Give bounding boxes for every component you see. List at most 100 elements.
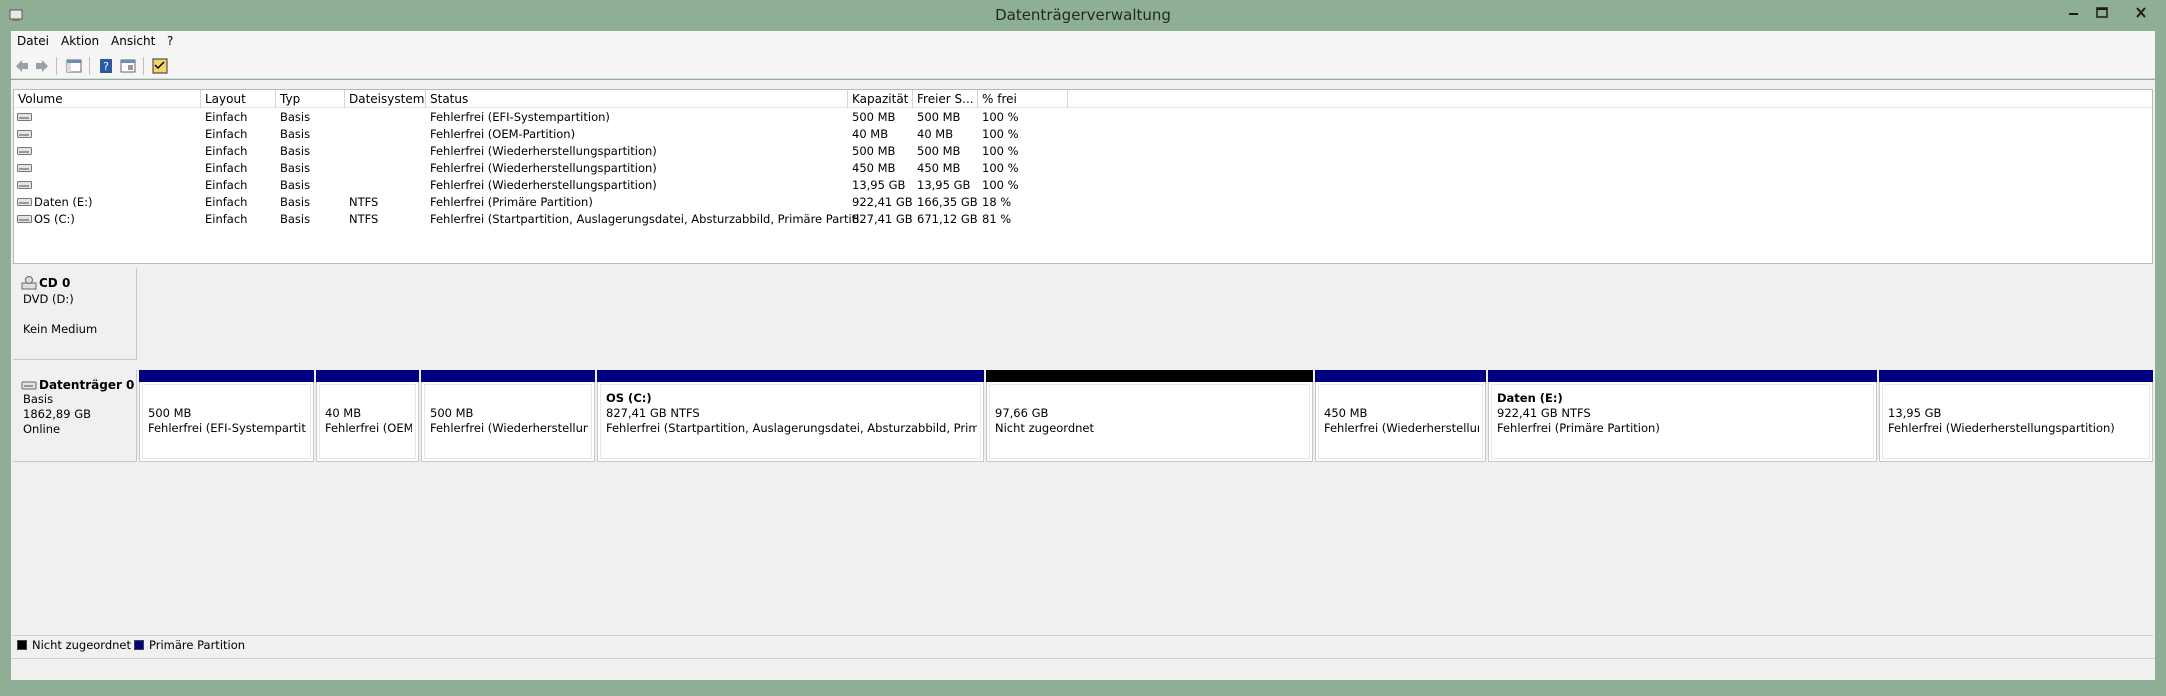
- table-row[interactable]: Einfach Basis Fehlerfrei (Wiederherstell…: [14, 177, 2152, 194]
- cell-typ: Basis: [280, 144, 311, 158]
- cell-typ: Basis: [280, 212, 311, 226]
- table-row[interactable]: OS (C:) Einfach Basis NTFS Fehlerfrei (S…: [14, 211, 2152, 228]
- partition-recovery-2[interactable]: 450 MB Fehlerfrei (Wiederherstellungs: [1315, 370, 1486, 462]
- close-icon[interactable]: [2124, 4, 2158, 22]
- partition-body: 13,95 GB Fehlerfrei (Wiederherstellungsp…: [1879, 382, 2153, 462]
- table-row[interactable]: Einfach Basis Fehlerfrei (OEM-Partition)…: [14, 126, 2152, 143]
- cell-layout: Einfach: [205, 161, 248, 175]
- checklist-icon[interactable]: [151, 57, 169, 75]
- legend-primary-label: Primäre Partition: [149, 638, 246, 652]
- cell-layout: Einfach: [205, 127, 248, 141]
- partition-name: Daten (E:): [1497, 391, 1563, 405]
- cd0-label[interactable]: CD 0 DVD (D:) Kein Medium: [13, 268, 137, 360]
- back-arrow-icon[interactable]: [13, 57, 31, 75]
- partition-size: 922,41 GB NTFS: [1497, 406, 1591, 420]
- column-header-volume[interactable]: Volume: [14, 90, 201, 108]
- column-header-layout[interactable]: Layout: [201, 90, 276, 108]
- help-icon[interactable]: ?: [97, 57, 115, 75]
- table-row[interactable]: Einfach Basis Fehlerfrei (EFI-Systempart…: [14, 109, 2152, 126]
- menu-aktion[interactable]: Aktion: [61, 34, 99, 48]
- partition-recovery-3[interactable]: 13,95 GB Fehlerfrei (Wiederherstellungsp…: [1879, 370, 2153, 462]
- cell-volume: Daten (E:): [34, 195, 93, 209]
- column-header-dateisystem[interactable]: Dateisystem: [345, 90, 426, 108]
- cell-prozent-frei: 100 %: [982, 127, 1019, 141]
- partition-bar: [421, 370, 595, 382]
- partition-status: Fehlerfrei (Wiederherstellungspartition): [1888, 421, 2115, 435]
- cell-layout: Einfach: [205, 195, 248, 209]
- disk0-type: Basis: [23, 392, 54, 406]
- toolbar-separator: [56, 57, 57, 75]
- cell-prozent-frei: 100 %: [982, 161, 1019, 175]
- partition-unallocated[interactable]: 97,66 GB Nicht zugeordnet: [986, 370, 1313, 462]
- minimize-icon[interactable]: [2062, 4, 2086, 22]
- cell-freier-speicher: 450 MB: [917, 161, 961, 175]
- cell-kapazitaet: 13,95 GB: [852, 178, 906, 192]
- title-bar[interactable]: Datenträgerverwaltung: [0, 0, 2166, 31]
- toolbar: ?: [11, 53, 2155, 79]
- cell-freier-speicher: 671,12 GB: [917, 212, 977, 226]
- table-row[interactable]: Einfach Basis Fehlerfrei (Wiederherstell…: [14, 160, 2152, 177]
- partition-body: 500 MB Fehlerfrei (EFI-Systempartition: [139, 382, 314, 462]
- column-header-prozent-frei[interactable]: % frei: [978, 90, 1068, 108]
- volume-list-header: Volume Layout Typ Dateisystem Status Kap…: [14, 90, 2152, 108]
- partition-daten-e[interactable]: Daten (E:) 922,41 GB NTFS Fehlerfrei (Pr…: [1488, 370, 1877, 462]
- partition-size: 827,41 GB NTFS: [606, 406, 700, 420]
- cell-status: Fehlerfrei (Wiederherstellungspartition): [430, 144, 657, 158]
- column-header-kapazitaet[interactable]: Kapazität: [848, 90, 913, 108]
- menu-datei[interactable]: Datei: [17, 34, 49, 48]
- cd-drive-icon: [21, 276, 37, 290]
- column-header-freier-speicher[interactable]: Freier S...: [913, 90, 978, 108]
- disk0-size: 1862,89 GB: [23, 407, 92, 421]
- partition-body: OS (C:) 827,41 GB NTFS Fehlerfrei (Start…: [597, 382, 984, 462]
- volume-icon: [17, 147, 32, 155]
- partition-size: 97,66 GB: [995, 406, 1049, 420]
- partition-recovery-1[interactable]: 500 MB Fehlerfrei (Wiederherstellungsp: [421, 370, 595, 462]
- cell-status: Fehlerfrei (Wiederherstellungspartition): [430, 161, 657, 175]
- partition-bar: [316, 370, 419, 382]
- partition-status: Fehlerfrei (Primäre Partition): [1497, 421, 1660, 435]
- legend: Nicht zugeordnet Primäre Partition: [13, 635, 2153, 653]
- partition-status: Fehlerfrei (Wiederherstellungs: [1324, 421, 1479, 435]
- menu-ansicht[interactable]: Ansicht: [111, 34, 155, 48]
- cell-freier-speicher: 13,95 GB: [917, 178, 971, 192]
- column-header-typ[interactable]: Typ: [276, 90, 345, 108]
- disk0-name: Datenträger 0: [39, 378, 135, 392]
- hard-disk-icon: [21, 381, 37, 390]
- partition-inner: OS (C:) 827,41 GB NTFS Fehlerfrei (Start…: [600, 384, 981, 459]
- partition-size: 500 MB: [148, 406, 192, 420]
- forward-arrow-icon[interactable]: [33, 57, 51, 75]
- toolbar-separator: [89, 57, 90, 75]
- partition-name: OS (C:): [606, 391, 652, 405]
- cell-kapazitaet: 450 MB: [852, 161, 896, 175]
- partition-efi[interactable]: 500 MB Fehlerfrei (EFI-Systempartition: [139, 370, 314, 462]
- cell-prozent-frei: 100 %: [982, 178, 1019, 192]
- column-header-status[interactable]: Status: [426, 90, 848, 108]
- console-tree-icon[interactable]: [65, 57, 83, 75]
- cell-layout: Einfach: [205, 110, 248, 124]
- cell-typ: Basis: [280, 127, 311, 141]
- disk0-label[interactable]: Datenträger 0 Basis 1862,89 GB Online: [13, 370, 137, 462]
- cell-layout: Einfach: [205, 212, 248, 226]
- partition-inner: 500 MB Fehlerfrei (Wiederherstellungsp: [424, 384, 592, 459]
- maximize-icon[interactable]: [2090, 4, 2114, 22]
- partition-size: 450 MB: [1324, 406, 1368, 420]
- cell-status: Fehlerfrei (Startpartition, Auslagerungs…: [430, 212, 860, 226]
- volume-icon: [17, 113, 32, 121]
- app-window: Datenträgerverwaltung Datei Aktion Ansic…: [0, 0, 2166, 696]
- toolbar-separator: [143, 57, 144, 75]
- partition-bar: [139, 370, 314, 382]
- partition-os-c[interactable]: OS (C:) 827,41 GB NTFS Fehlerfrei (Start…: [597, 370, 984, 462]
- menu-help[interactable]: ?: [167, 34, 173, 48]
- svg-text:?: ?: [103, 60, 109, 73]
- table-row[interactable]: Einfach Basis Fehlerfrei (Wiederherstell…: [14, 143, 2152, 160]
- cell-typ: Basis: [280, 161, 311, 175]
- disk-graphical-view: CD 0 DVD (D:) Kein Medium Datenträger 0 …: [13, 268, 2153, 618]
- properties-icon[interactable]: [119, 57, 137, 75]
- cell-typ: Basis: [280, 110, 311, 124]
- cell-prozent-frei: 81 %: [982, 212, 1012, 226]
- table-row[interactable]: Daten (E:) Einfach Basis NTFS Fehlerfrei…: [14, 194, 2152, 211]
- partition-inner: 450 MB Fehlerfrei (Wiederherstellungs: [1318, 384, 1483, 459]
- cell-freier-speicher: 500 MB: [917, 144, 961, 158]
- cell-layout: Einfach: [205, 178, 248, 192]
- partition-oem[interactable]: 40 MB Fehlerfrei (OEM-I: [316, 370, 419, 462]
